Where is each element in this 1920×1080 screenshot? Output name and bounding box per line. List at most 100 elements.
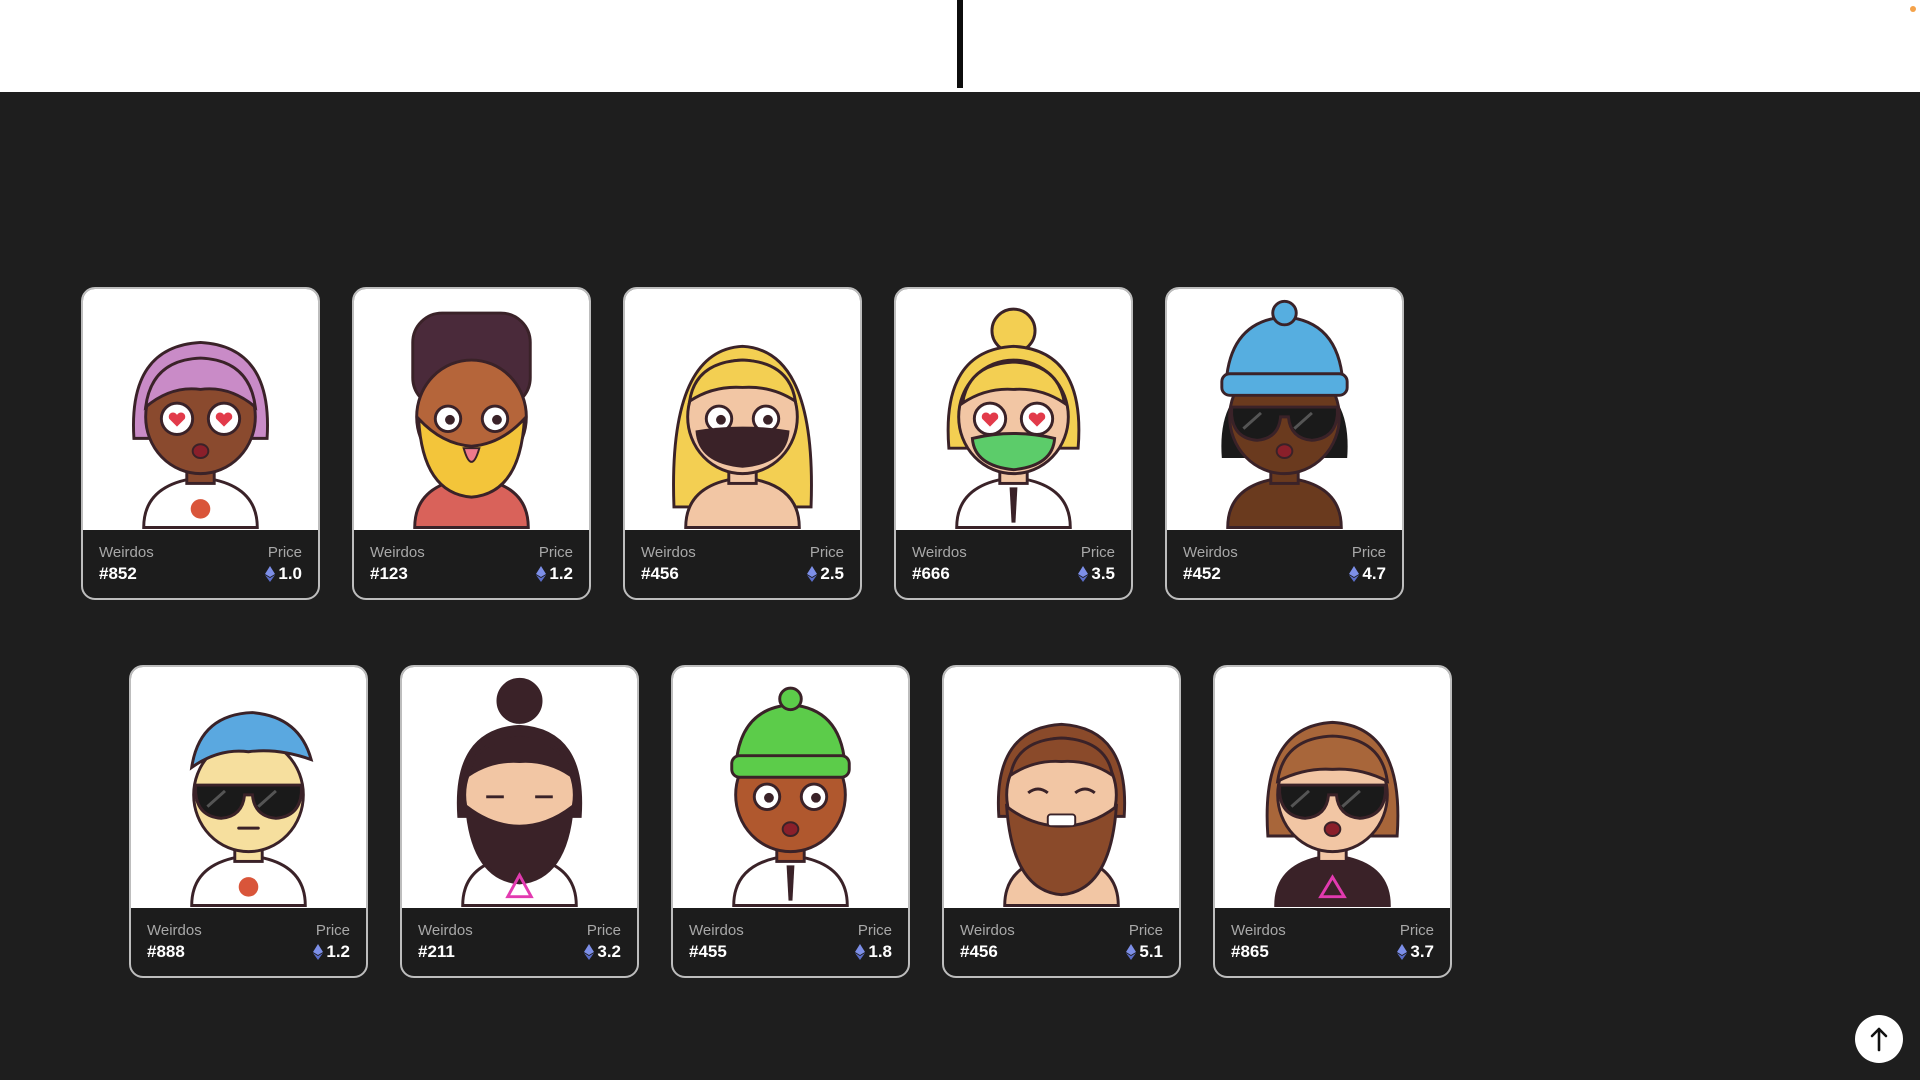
token-id: #456 xyxy=(641,564,679,583)
nft-card-info: Weirdos #852 Price 1.0 xyxy=(83,530,318,598)
nft-grid-row-2: Weirdos #888 Price 1.2 Weirdos #211 Pric… xyxy=(129,665,1452,978)
nft-card-452[interactable]: Weirdos #452 Price 4.7 xyxy=(1165,287,1404,600)
collection-name: Weirdos xyxy=(689,922,744,939)
ethereum-icon xyxy=(265,566,276,582)
nft-card-456[interactable]: Weirdos #456 Price 2.5 xyxy=(623,287,862,600)
avatar-illustration xyxy=(411,311,532,529)
price-amount: 3.7 xyxy=(1410,942,1434,961)
price-amount: 1.8 xyxy=(868,942,892,961)
price-value: 5.1 xyxy=(1126,941,1163,963)
price-value: 1.2 xyxy=(536,563,573,585)
nft-card-455[interactable]: Weirdos #455 Price 1.8 xyxy=(671,665,910,978)
price-label: Price xyxy=(267,544,302,561)
price-amount: 3.5 xyxy=(1091,564,1115,583)
price-value: 4.7 xyxy=(1349,563,1386,585)
collection-name: Weirdos xyxy=(418,922,473,939)
token-id: #455 xyxy=(689,942,727,961)
ethereum-icon xyxy=(1349,566,1360,582)
price-label: Price xyxy=(857,922,892,939)
ethereum-icon xyxy=(536,566,547,582)
price-amount: 1.2 xyxy=(326,942,350,961)
price-label: Price xyxy=(586,922,621,939)
price-label: Price xyxy=(809,544,844,561)
nft-avatar-image xyxy=(1215,667,1450,908)
price-value: 3.7 xyxy=(1397,941,1434,963)
avatar-illustration xyxy=(730,686,851,907)
avatar-illustration xyxy=(189,711,314,907)
ethereum-icon xyxy=(1078,566,1089,582)
price-amount: 1.0 xyxy=(278,564,302,583)
collection-name: Weirdos xyxy=(370,544,425,561)
token-id: #852 xyxy=(99,564,137,583)
nft-avatar-image xyxy=(354,289,589,530)
token-id: #865 xyxy=(1231,942,1269,961)
token-id: #452 xyxy=(1183,564,1221,583)
collection-name: Weirdos xyxy=(1183,544,1238,561)
avatar-illustration xyxy=(946,307,1081,529)
price-value: 3.2 xyxy=(584,941,621,963)
collection-name: Weirdos xyxy=(641,544,696,561)
price-label: Price xyxy=(315,922,350,939)
nft-card-865[interactable]: Weirdos #865 Price 3.7 xyxy=(1213,665,1452,978)
price-value: 1.0 xyxy=(265,563,302,585)
top-header-bar xyxy=(0,0,1920,92)
price-label: Price xyxy=(1128,922,1163,939)
avatar-illustration xyxy=(1265,720,1400,907)
nft-grid-row-1: Weirdos #852 Price 1.0 Weirdos #123 Pric… xyxy=(81,287,1404,600)
nft-card-888[interactable]: Weirdos #888 Price 1.2 xyxy=(129,665,368,978)
status-dot xyxy=(1910,6,1916,12)
nft-card-info: Weirdos #888 Price 1.2 xyxy=(131,908,366,976)
price-amount: 3.2 xyxy=(597,942,621,961)
scroll-to-top-button[interactable] xyxy=(1855,1015,1903,1063)
collection-name: Weirdos xyxy=(960,922,1015,939)
nft-avatar-image xyxy=(402,667,637,908)
ethereum-icon xyxy=(855,944,866,960)
avatar-illustration xyxy=(132,340,269,529)
price-amount: 4.7 xyxy=(1362,564,1386,583)
price-label: Price xyxy=(1080,544,1115,561)
nft-card-852[interactable]: Weirdos #852 Price 1.0 xyxy=(81,287,320,600)
price-value: 2.5 xyxy=(807,563,844,585)
price-amount: 5.1 xyxy=(1139,942,1163,961)
nft-card-info: Weirdos #123 Price 1.2 xyxy=(354,530,589,598)
ethereum-icon xyxy=(1397,944,1408,960)
price-value: 1.2 xyxy=(313,941,350,963)
nft-card-info: Weirdos #455 Price 1.8 xyxy=(673,908,908,976)
avatar-illustration xyxy=(996,722,1127,907)
token-id: #888 xyxy=(147,942,185,961)
header-divider xyxy=(957,0,963,88)
nft-card-info: Weirdos #211 Price 3.2 xyxy=(402,908,637,976)
nft-card-456[interactable]: Weirdos #456 Price 5.1 xyxy=(942,665,1181,978)
collection-name: Weirdos xyxy=(1231,922,1286,939)
avatar-illustration xyxy=(672,344,813,529)
ethereum-icon xyxy=(313,944,324,960)
ethereum-icon xyxy=(807,566,818,582)
nft-card-123[interactable]: Weirdos #123 Price 1.2 xyxy=(352,287,591,600)
nft-avatar-image xyxy=(1167,289,1402,530)
token-id: #666 xyxy=(912,564,950,583)
nft-avatar-image xyxy=(131,667,366,908)
price-value: 1.8 xyxy=(855,941,892,963)
nft-avatar-image xyxy=(673,667,908,908)
nft-card-info: Weirdos #456 Price 5.1 xyxy=(944,908,1179,976)
nft-card-info: Weirdos #456 Price 2.5 xyxy=(625,530,860,598)
avatar-illustration xyxy=(1220,299,1349,529)
price-amount: 1.2 xyxy=(549,564,573,583)
price-label: Price xyxy=(538,544,573,561)
price-label: Price xyxy=(1399,922,1434,939)
nft-card-info: Weirdos #666 Price 3.5 xyxy=(896,530,1131,598)
nft-card-211[interactable]: Weirdos #211 Price 3.2 xyxy=(400,665,639,978)
price-value: 3.5 xyxy=(1078,563,1115,585)
nft-card-666[interactable]: Weirdos #666 Price 3.5 xyxy=(894,287,1133,600)
collection-name: Weirdos xyxy=(912,544,967,561)
avatar-illustration xyxy=(456,677,583,907)
nft-avatar-image xyxy=(944,667,1179,908)
ethereum-icon xyxy=(584,944,595,960)
token-id: #123 xyxy=(370,564,408,583)
nft-card-info: Weirdos #452 Price 4.7 xyxy=(1167,530,1402,598)
price-amount: 2.5 xyxy=(820,564,844,583)
collection-name: Weirdos xyxy=(99,544,154,561)
nft-avatar-image xyxy=(625,289,860,530)
ethereum-icon xyxy=(1126,944,1137,960)
price-label: Price xyxy=(1351,544,1386,561)
